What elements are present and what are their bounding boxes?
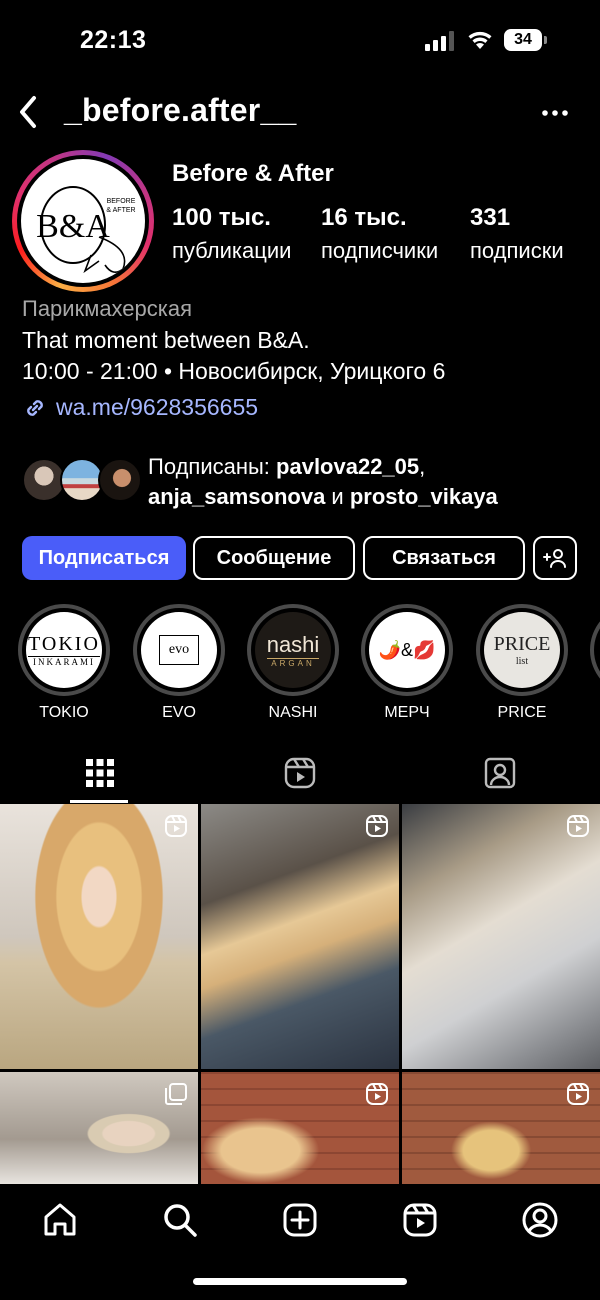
battery-icon: 34 xyxy=(504,29,548,51)
search-icon[interactable] xyxy=(160,1200,200,1240)
status-time: 22:13 xyxy=(80,26,147,54)
highlight-label: EVO xyxy=(162,704,196,721)
reels-icon xyxy=(284,757,316,789)
stat-followers[interactable]: 16 тыс. подписчики xyxy=(321,204,438,264)
reel-badge-icon xyxy=(366,1083,388,1105)
highlight-nashi[interactable]: nashi ARGAN NASHI xyxy=(247,604,339,722)
link-icon xyxy=(27,399,43,416)
profile-category: Парикмахерская xyxy=(22,296,193,321)
highlight-label: NASHI xyxy=(268,704,318,721)
message-button[interactable]: Сообщение xyxy=(193,536,355,580)
cellular-signal-icon xyxy=(425,31,454,51)
stat-followers-count: 16 тыс. xyxy=(321,204,407,231)
tagged-icon xyxy=(484,757,516,789)
profile-nav-icon[interactable] xyxy=(520,1200,560,1240)
battery-level: 34 xyxy=(504,29,542,51)
contact-button[interactable]: Связаться xyxy=(363,536,525,580)
add-person-icon xyxy=(543,549,566,568)
followed-by[interactable]: Подписаны: pavlova22_05, anja_samsonova … xyxy=(22,452,592,512)
highlight-cover: evo xyxy=(141,612,217,688)
post-thumbnail[interactable] xyxy=(0,1072,198,1184)
tab-tagged[interactable] xyxy=(400,742,600,804)
back-icon[interactable] xyxy=(14,92,44,132)
header-username: _before.after__ xyxy=(64,92,297,128)
create-post-icon[interactable] xyxy=(280,1200,320,1240)
tab-grid[interactable] xyxy=(0,742,200,804)
reel-badge-icon xyxy=(366,815,388,837)
highlight-price[interactable]: PRICE list PRICE xyxy=(476,604,568,722)
post-thumbnail[interactable] xyxy=(201,804,399,1069)
grid-icon xyxy=(86,759,114,787)
highlight-label: МЕРЧ xyxy=(384,704,430,721)
svg-text:BEFORE: BEFORE xyxy=(107,198,136,205)
follower-link[interactable]: anja_samsonova xyxy=(148,484,325,509)
follow-button[interactable]: Подписаться xyxy=(22,536,186,580)
stat-following[interactable]: 331 подписки xyxy=(470,204,564,264)
multi-post-icon xyxy=(165,1083,187,1105)
profile-display-name: Before & After xyxy=(172,160,334,187)
tab-selected-indicator xyxy=(70,800,128,803)
suggested-users-button[interactable] xyxy=(533,536,577,580)
stat-following-count: 331 xyxy=(470,204,511,231)
reel-badge-icon xyxy=(567,815,589,837)
stat-posts-label: публикации xyxy=(172,238,292,263)
highlight-merch[interactable]: 🌶️&💋 МЕРЧ xyxy=(361,604,453,722)
profile-tabs xyxy=(0,742,600,804)
profile-link[interactable]: wa.me/9628356655 xyxy=(22,394,258,421)
post-thumbnail[interactable] xyxy=(402,804,600,1069)
highlight-evo[interactable]: evo EVO xyxy=(133,604,225,722)
highlight-label: TOKIO xyxy=(39,704,89,721)
home-icon[interactable] xyxy=(40,1200,80,1240)
svg-text:B&A: B&A xyxy=(36,208,110,245)
wifi-icon xyxy=(468,31,492,49)
post-thumbnail[interactable] xyxy=(0,804,198,1069)
stat-following-label: подписки xyxy=(470,238,564,263)
posts-grid xyxy=(0,804,600,1184)
bottom-nav xyxy=(0,1184,600,1300)
home-indicator xyxy=(193,1278,407,1285)
highlight-cover: TOKIO INKARAMI xyxy=(26,612,102,688)
profile-link-text: wa.me/9628356655 xyxy=(56,394,259,420)
stat-followers-label: подписчики xyxy=(321,238,439,263)
profile-avatar-ring[interactable]: B&A BEFORE & AFTER xyxy=(12,150,154,292)
highlight-label: PRICE xyxy=(497,704,547,721)
stat-posts[interactable]: 100 тыс. публикации xyxy=(172,204,291,264)
svg-text:& AFTER: & AFTER xyxy=(106,207,135,214)
tab-reels[interactable] xyxy=(200,742,400,804)
followed-by-text: Подписаны: pavlova22_05, anja_samsonova … xyxy=(148,454,498,509)
post-thumbnail[interactable] xyxy=(402,1072,600,1184)
reels-nav-icon[interactable] xyxy=(400,1200,440,1240)
ba-logo-icon: B&A BEFORE & AFTER xyxy=(36,186,136,274)
reel-badge-icon xyxy=(567,1083,589,1105)
status-bar: 22:13 34 xyxy=(0,0,600,80)
post-thumbnail[interactable] xyxy=(201,1072,399,1184)
highlight-partial[interactable] xyxy=(590,604,600,696)
follower-link[interactable]: pavlova22_05 xyxy=(276,454,419,479)
follower-link[interactable]: prosto_vikaya xyxy=(350,484,498,509)
profile-bio-line: That moment between B&A. xyxy=(22,327,310,353)
profile-header: _before.after__ xyxy=(0,80,600,146)
highlight-tokio[interactable]: TOKIO INKARAMI TOKIO xyxy=(18,604,110,722)
reel-badge-icon xyxy=(165,815,187,837)
highlight-cover: nashi ARGAN xyxy=(255,612,331,688)
avatar: B&A BEFORE & AFTER xyxy=(21,159,145,283)
highlight-cover: PRICE list xyxy=(484,612,560,688)
follower-avatar xyxy=(98,458,142,502)
stat-posts-count: 100 тыс. xyxy=(172,204,271,231)
highlight-cover: 🌶️&💋 xyxy=(369,612,445,688)
profile-bio-hours-address: 10:00 - 21:00 • Новосибирск, Урицкого 6 xyxy=(22,358,446,384)
more-options-icon[interactable] xyxy=(540,98,570,128)
